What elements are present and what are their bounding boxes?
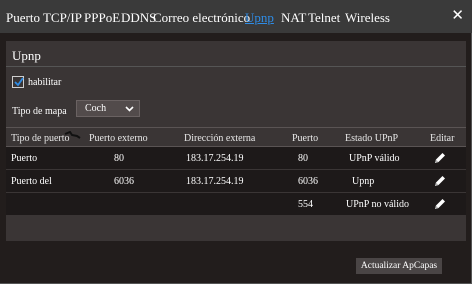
tab-bar: Puerto TCP/IP PPPoE DDNS Correo electrón… <box>0 0 472 33</box>
enable-label: habilitar <box>28 77 62 88</box>
cell-external-address: 183.17.254.19 <box>186 153 244 164</box>
header-upnp-status: Estado UPnP <box>345 133 399 144</box>
tab-wireless[interactable]: Wireless <box>345 10 390 26</box>
panel-title: Upnp <box>12 48 41 63</box>
cell-port: 554 <box>298 199 313 210</box>
cell-upnp-status: UPnP válido <box>349 153 400 164</box>
pencil-icon[interactable] <box>433 197 447 211</box>
cell-external-address: 183.17.254.19 <box>186 176 244 187</box>
tab-email[interactable]: Correo electrónico <box>153 10 250 26</box>
map-type-label: Tipo de mapa <box>12 106 67 117</box>
table-row: Puerto 80 183.17.254.19 80 UPnP válido <box>6 147 466 169</box>
header-edit: Editar <box>430 133 455 144</box>
cell-port-type: Puerto <box>11 153 38 164</box>
checkmark-icon <box>14 77 24 87</box>
tab-pppoe[interactable]: PPPoE <box>84 10 120 26</box>
tab-upnp[interactable]: Upnp <box>245 10 274 26</box>
tab-nat[interactable]: NAT <box>281 10 306 26</box>
cell-port: 80 <box>298 153 308 164</box>
network-settings-dialog: Puerto TCP/IP PPPoE DDNS Correo electrón… <box>0 0 472 284</box>
table-row: Puerto del 6036 183.17.254.19 6036 Upnp <box>6 170 466 192</box>
refresh-button[interactable]: Actualizar ApCapas <box>356 258 442 274</box>
tab-telnet[interactable]: Telnet <box>308 10 340 26</box>
header-port-type: Tipo de puerto <box>11 133 70 144</box>
close-icon[interactable]: ✕ <box>451 6 464 24</box>
pencil-icon[interactable] <box>433 174 447 188</box>
enable-checkbox[interactable] <box>12 76 24 88</box>
header-port: Puerto <box>292 133 319 144</box>
cell-upnp-status: UPnP no válido <box>346 199 409 210</box>
cell-upnp-status: Upnp <box>352 176 375 187</box>
map-type-value: Coch <box>85 103 107 114</box>
pencil-icon[interactable] <box>433 151 447 165</box>
header-external-port: Puerto externo <box>89 133 148 144</box>
divider <box>6 66 466 67</box>
tab-ddns[interactable]: DDNS <box>121 10 156 26</box>
cell-external-port: 80 <box>114 153 124 164</box>
tab-tcp-ip[interactable]: Puerto TCP/IP <box>6 10 82 26</box>
upnp-panel: Upnp habilitar Tipo de mapa Coch Tipo de… <box>6 41 466 241</box>
cell-port: 6036 <box>298 176 318 187</box>
chevron-down-icon <box>125 106 134 112</box>
mouse-cursor-icon <box>64 131 81 139</box>
header-external-address: Dirección externa <box>184 133 256 144</box>
map-type-select[interactable]: Coch <box>76 100 140 117</box>
cell-external-port: 6036 <box>114 176 134 187</box>
cell-port-type: Puerto del <box>11 176 52 187</box>
table-row: 554 UPnP no válido <box>6 193 466 215</box>
